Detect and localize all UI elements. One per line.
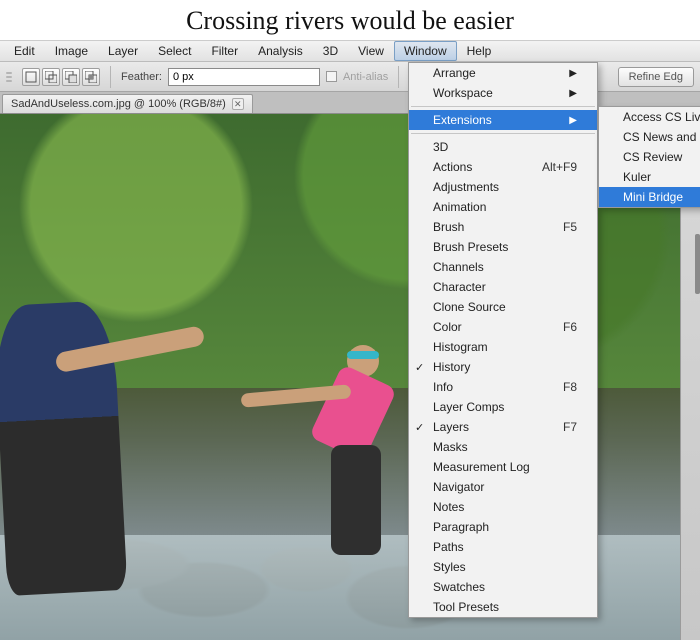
- menu-item-character[interactable]: Character: [409, 277, 597, 297]
- menu-item-workspace[interactable]: Workspace▶: [409, 83, 597, 103]
- menu-item-notes[interactable]: Notes: [409, 497, 597, 517]
- menu-item-animation[interactable]: Animation: [409, 197, 597, 217]
- menu-bar: EditImageLayerSelectFilterAnalysis3DView…: [0, 40, 700, 62]
- selection-mode-group: [22, 68, 100, 86]
- menu-item-clone-source[interactable]: Clone Source: [409, 297, 597, 317]
- extensions-submenu: Access CS LiveCS News and ResoCS ReviewK…: [598, 106, 700, 208]
- menu-item-swatches[interactable]: Swatches: [409, 577, 597, 597]
- document-tab-title: SadAndUseless.com.jpg @ 100% (RGB/8#): [11, 98, 226, 110]
- select-new-icon[interactable]: [22, 68, 40, 86]
- antialias-checkbox: [326, 71, 337, 82]
- menu-item-histogram[interactable]: Histogram: [409, 337, 597, 357]
- grip-handle[interactable]: [6, 72, 12, 82]
- select-add-icon[interactable]: [42, 68, 60, 86]
- menu-select[interactable]: Select: [148, 41, 201, 61]
- document-tab[interactable]: SadAndUseless.com.jpg @ 100% (RGB/8#) ✕: [2, 94, 253, 113]
- menu-window[interactable]: Window: [394, 41, 457, 61]
- menu-item-paragraph[interactable]: Paragraph: [409, 517, 597, 537]
- menu-item-history[interactable]: ✓History: [409, 357, 597, 377]
- menu-item-brush-presets[interactable]: Brush Presets: [409, 237, 597, 257]
- menu-help[interactable]: Help: [457, 41, 502, 61]
- menu-item-mini-bridge[interactable]: Mini Bridge: [599, 187, 700, 207]
- select-subtract-icon[interactable]: [62, 68, 80, 86]
- select-intersect-icon[interactable]: [82, 68, 100, 86]
- menu-item-color[interactable]: ColorF6: [409, 317, 597, 337]
- page-caption: Crossing rivers would be easier: [0, 0, 700, 40]
- menu-item-layer-comps[interactable]: Layer Comps: [409, 397, 597, 417]
- menu-item-tool-presets[interactable]: Tool Presets: [409, 597, 597, 617]
- antialias-label: Anti-alias: [343, 71, 388, 83]
- feather-label: Feather:: [121, 71, 162, 83]
- menu-item-arrange[interactable]: Arrange▶: [409, 63, 597, 83]
- menu-item-channels[interactable]: Channels: [409, 257, 597, 277]
- menu-item-actions[interactable]: ActionsAlt+F9: [409, 157, 597, 177]
- menu-item-3d[interactable]: 3D: [409, 137, 597, 157]
- menu-item-measurement-log[interactable]: Measurement Log: [409, 457, 597, 477]
- menu-filter[interactable]: Filter: [201, 41, 248, 61]
- menu-analysis[interactable]: Analysis: [248, 41, 313, 61]
- menu-view[interactable]: View: [348, 41, 394, 61]
- menu-item-kuler[interactable]: Kuler: [599, 167, 700, 187]
- menu-item-extensions[interactable]: Extensions▶: [409, 110, 597, 130]
- menu-item-styles[interactable]: Styles: [409, 557, 597, 577]
- menu-item-adjustments[interactable]: Adjustments: [409, 177, 597, 197]
- window-menu: Arrange▶Workspace▶ Extensions▶ 3DActionsAl…: [408, 62, 598, 618]
- menu-item-paths[interactable]: Paths: [409, 537, 597, 557]
- menu-item-navigator[interactable]: Navigator: [409, 477, 597, 497]
- menu-item-brush[interactable]: BrushF5: [409, 217, 597, 237]
- menu-item-access-cs-live[interactable]: Access CS Live: [599, 107, 700, 127]
- menu-item-info[interactable]: InfoF8: [409, 377, 597, 397]
- menu-3d[interactable]: 3D: [313, 41, 348, 61]
- menu-edit[interactable]: Edit: [4, 41, 45, 61]
- menu-layer[interactable]: Layer: [98, 41, 148, 61]
- menu-item-cs-news-and-reso[interactable]: CS News and Reso: [599, 127, 700, 147]
- close-icon[interactable]: ✕: [232, 98, 244, 110]
- menu-image[interactable]: Image: [45, 41, 98, 61]
- refine-edge-button[interactable]: Refine Edg: [618, 67, 694, 87]
- menu-item-layers[interactable]: ✓LayersF7: [409, 417, 597, 437]
- menu-item-masks[interactable]: Masks: [409, 437, 597, 457]
- feather-input[interactable]: [168, 68, 320, 86]
- menu-item-cs-review[interactable]: CS Review: [599, 147, 700, 167]
